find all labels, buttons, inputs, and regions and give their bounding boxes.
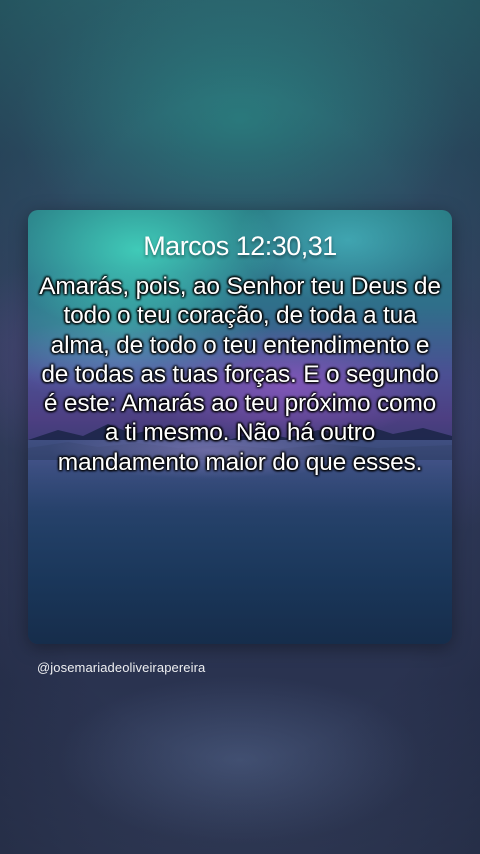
creator-username[interactable]: @josemariadeoliveirapereira (37, 660, 205, 676)
verse-card: Marcos 12:30,31 Amarás, pois, ao Senhor … (28, 210, 452, 644)
verse-text: Amarás, pois, ao Senhor teu Deus de todo… (39, 273, 441, 476)
verse-reference: Marcos 12:30,31 (143, 231, 337, 261)
